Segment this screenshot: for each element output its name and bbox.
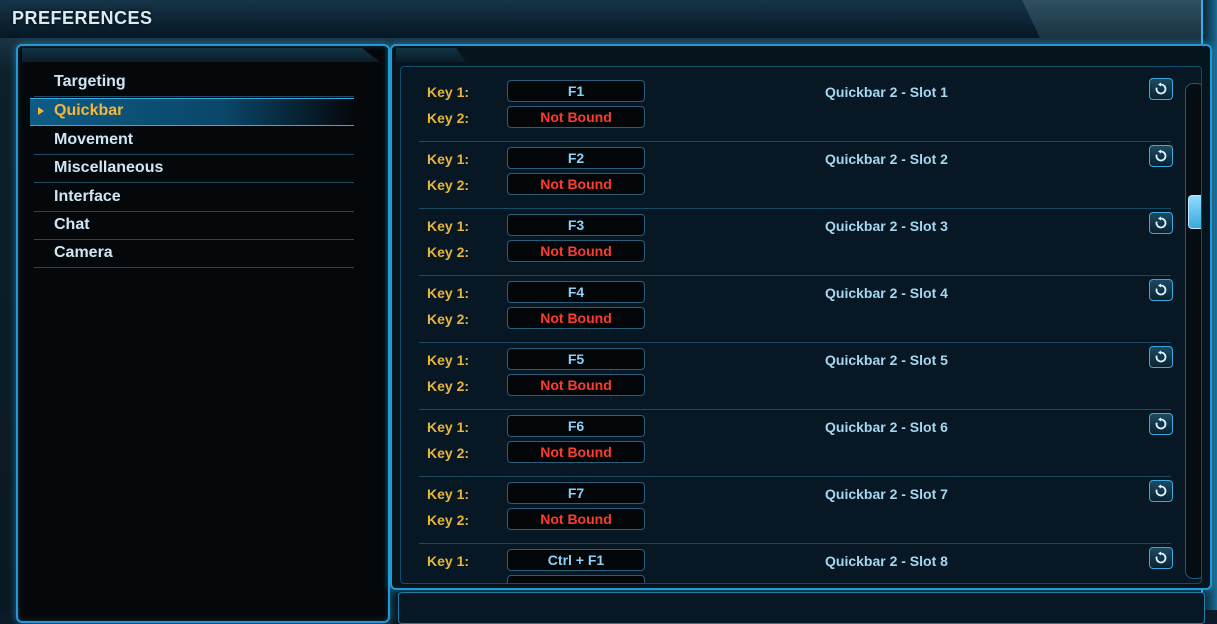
- reset-binding-button[interactable]: [1149, 547, 1173, 569]
- category-item-targeting[interactable]: Targeting: [34, 70, 354, 97]
- key2-binding-field[interactable]: Not Bound: [507, 307, 645, 329]
- keybinding-row: Key 1: F1 Quickbar 2 - Slot 1 Key 2: Not…: [419, 75, 1173, 142]
- key1-binding-field[interactable]: F5: [507, 348, 645, 370]
- reset-icon: [1155, 149, 1167, 162]
- key1-label: Key 1:: [427, 419, 470, 435]
- scrollbar-thumb[interactable]: [1188, 195, 1201, 229]
- reset-icon: [1155, 484, 1167, 497]
- key1-label: Key 1:: [427, 553, 470, 569]
- reset-binding-button[interactable]: [1149, 413, 1173, 435]
- reset-icon: [1155, 417, 1167, 430]
- category-label: Chat: [54, 215, 90, 233]
- window-title: PREFERENCES: [12, 8, 153, 28]
- key2-binding-field[interactable]: Not Bound: [507, 441, 645, 463]
- reset-binding-button[interactable]: [1149, 145, 1173, 167]
- action-label: Quickbar 2 - Slot 3: [825, 218, 948, 234]
- category-item-camera[interactable]: Camera: [34, 241, 354, 269]
- category-panel-header: [22, 48, 380, 62]
- bottom-action-bar: [398, 592, 1205, 624]
- key1-binding-field[interactable]: Ctrl + F1: [507, 549, 645, 571]
- key1-binding-field[interactable]: F2: [507, 147, 645, 169]
- key2-binding-field[interactable]: Not Bound: [507, 173, 645, 195]
- category-label: Interface: [54, 187, 121, 205]
- reset-binding-button[interactable]: [1149, 212, 1173, 234]
- category-item-quickbar[interactable]: Quickbar: [30, 98, 354, 127]
- key2-label: Key 2:: [427, 512, 470, 528]
- category-label: Movement: [54, 130, 134, 148]
- key2-label: Key 2:: [427, 177, 470, 193]
- category-item-movement[interactable]: Movement: [34, 128, 354, 155]
- key2-label: Key 2:: [427, 110, 470, 126]
- category-label: Miscellaneous: [54, 159, 164, 177]
- key2-label: Key 2:: [427, 445, 470, 461]
- triangle-right-icon: [38, 107, 44, 116]
- key1-binding-field[interactable]: F3: [507, 214, 645, 236]
- keybinding-row: Key 1: Ctrl + F1 Quickbar 2 - Slot 8: [419, 544, 1173, 583]
- key2-binding-field[interactable]: Not Bound: [507, 374, 645, 396]
- action-label: Quickbar 2 - Slot 6: [825, 419, 948, 435]
- keybinding-row: Key 1: F5 Quickbar 2 - Slot 5 Key 2: Not…: [419, 343, 1173, 410]
- vertical-scrollbar[interactable]: [1185, 83, 1201, 579]
- action-label: Quickbar 2 - Slot 4: [825, 285, 948, 301]
- key1-label: Key 1:: [427, 151, 470, 167]
- category-label: Quickbar: [54, 102, 124, 120]
- key1-binding-field[interactable]: F1: [507, 80, 645, 102]
- keybinding-row: Key 1: F4 Quickbar 2 - Slot 4 Key 2: Not…: [419, 276, 1173, 343]
- category-label: Targeting: [54, 73, 126, 90]
- key1-label: Key 1:: [427, 486, 470, 502]
- key2-label: Key 2:: [427, 378, 470, 394]
- reset-binding-button[interactable]: [1149, 480, 1173, 502]
- key1-label: Key 1:: [427, 84, 470, 100]
- key2-label: Key 2:: [427, 311, 470, 327]
- action-label: Quickbar 2 - Slot 1: [825, 84, 948, 100]
- key1-label: Key 1:: [427, 218, 470, 234]
- key1-binding-field[interactable]: F7: [507, 482, 645, 504]
- reset-icon: [1155, 82, 1167, 95]
- keybinding-row: Key 1: F6 Quickbar 2 - Slot 6 Key 2: Not…: [419, 410, 1173, 477]
- reset-binding-button[interactable]: [1149, 279, 1173, 301]
- key2-binding-field[interactable]: Not Bound: [507, 240, 645, 262]
- reset-icon: [1155, 350, 1167, 363]
- category-item-interface[interactable]: Interface: [34, 185, 354, 212]
- category-panel: Targeting Quickbar Movement Miscellaneou…: [16, 44, 390, 623]
- title-bar: PREFERENCES: [0, 0, 1040, 38]
- keybinding-list: Key 1: F1 Quickbar 2 - Slot 1 Key 2: Not…: [400, 66, 1202, 584]
- key1-binding-field[interactable]: F6: [507, 415, 645, 437]
- action-label: Quickbar 2 - Slot 2: [825, 151, 948, 167]
- reset-icon: [1155, 216, 1167, 229]
- keybinding-row: Key 1: F7 Quickbar 2 - Slot 7 Key 2: Not…: [419, 477, 1173, 544]
- keybinding-row: Key 1: F2 Quickbar 2 - Slot 2 Key 2: Not…: [419, 142, 1173, 209]
- category-item-miscellaneous[interactable]: Miscellaneous: [34, 156, 354, 184]
- action-label: Quickbar 2 - Slot 7: [825, 486, 948, 502]
- reset-icon: [1155, 551, 1167, 564]
- keybinding-panel-header: [396, 48, 466, 62]
- category-label: Camera: [54, 244, 113, 262]
- keybinding-panel: Key 1: F1 Quickbar 2 - Slot 1 Key 2: Not…: [390, 44, 1212, 590]
- category-list: Targeting Quickbar Movement Miscellaneou…: [30, 70, 354, 270]
- reset-binding-button[interactable]: [1149, 346, 1173, 368]
- reset-binding-button[interactable]: [1149, 78, 1173, 100]
- key1-label: Key 1:: [427, 352, 470, 368]
- key2-binding-field[interactable]: Not Bound: [507, 508, 645, 530]
- keybinding-row: Key 1: F3 Quickbar 2 - Slot 3 Key 2: Not…: [419, 209, 1173, 276]
- key2-binding-field[interactable]: Not Bound: [507, 106, 645, 128]
- key1-label: Key 1:: [427, 285, 470, 301]
- category-item-chat[interactable]: Chat: [34, 213, 354, 240]
- action-label: Quickbar 2 - Slot 8: [825, 553, 948, 569]
- key2-label: Key 2:: [427, 244, 470, 260]
- key1-binding-field[interactable]: F4: [507, 281, 645, 303]
- action-label: Quickbar 2 - Slot 5: [825, 352, 948, 368]
- reset-icon: [1155, 283, 1167, 296]
- key2-binding-field[interactable]: [507, 575, 645, 583]
